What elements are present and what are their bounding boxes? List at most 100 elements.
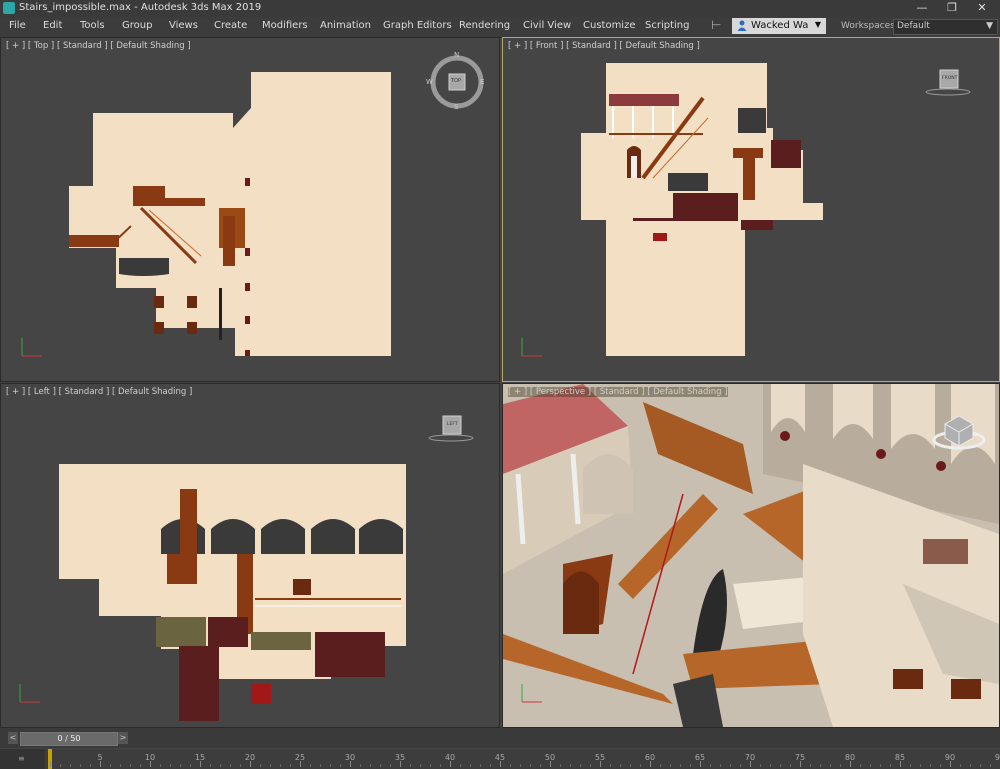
ruler-tick	[370, 764, 371, 767]
ruler-tick	[630, 764, 631, 767]
ruler-tick	[200, 761, 201, 767]
ruler-tick	[800, 761, 801, 767]
menu-scripting[interactable]: Scripting	[645, 20, 689, 31]
compass-east: E	[480, 78, 485, 86]
ruler-tick	[580, 764, 581, 767]
close-button[interactable]: ✕	[967, 0, 997, 17]
maximize-button[interactable]: ❐	[937, 0, 967, 17]
menu-customize[interactable]: Customize	[583, 20, 636, 31]
compass-north: N	[454, 51, 460, 59]
ruler-tick	[590, 764, 591, 767]
ruler-tick	[610, 764, 611, 767]
viewport-label-perspective[interactable]: [ + ] [ Perspective ] [ Standard ] [ Def…	[508, 387, 728, 397]
ruler-tick	[450, 761, 451, 767]
ruler-tick	[310, 764, 311, 767]
ruler-tick	[150, 761, 151, 767]
ruler-tick	[440, 764, 441, 767]
ruler-tick	[980, 764, 981, 767]
ruler-tick	[140, 764, 141, 767]
ruler-tick	[620, 764, 621, 767]
menu-rendering[interactable]: Rendering	[459, 20, 510, 31]
ruler-tick	[770, 764, 771, 767]
ruler-tick	[790, 764, 791, 767]
menu-file[interactable]: File	[9, 20, 26, 31]
ruler-tick	[410, 764, 411, 767]
menu-modifiers[interactable]: Modifiers	[262, 20, 308, 31]
menu-edit[interactable]: Edit	[43, 20, 62, 31]
menu-create[interactable]: Create	[214, 20, 247, 31]
time-slider[interactable]: 0 / 50	[20, 732, 118, 746]
ruler-tick	[780, 764, 781, 767]
ruler-tick	[90, 764, 91, 767]
workspaces-select[interactable]: Default ▼	[893, 19, 998, 35]
ruler-tick	[250, 761, 251, 767]
ruler-tick	[540, 764, 541, 767]
axis-tripod-icon	[21, 338, 42, 357]
ruler-tick	[730, 764, 731, 767]
ruler-tick	[760, 764, 761, 767]
ruler-tick	[510, 764, 511, 767]
ruler-tick	[870, 764, 871, 767]
ruler-tick	[350, 761, 351, 767]
time-slider-bar: < 0 / 50 >	[0, 728, 1000, 748]
viewcube-top[interactable]: TOP N S W E	[426, 51, 486, 111]
user-icon	[737, 20, 747, 31]
viewport-front[interactable]: [ + ] [ Front ] [ Standard ] [ Default S…	[502, 37, 1000, 382]
viewport-left[interactable]: [ + ] [ Left ] [ Standard ] [ Default Sh…	[0, 383, 500, 728]
viewcube-perspective[interactable]	[931, 412, 987, 452]
ruler-tick	[850, 761, 851, 767]
left-view-scene	[59, 464, 406, 721]
ruler-tick	[60, 764, 61, 767]
viewcube-front[interactable]: FRONT	[923, 68, 973, 98]
ruler-tick	[530, 764, 531, 767]
track-bar-start-icon: ≡	[18, 754, 25, 763]
ruler-tick	[400, 761, 401, 767]
ruler-tick	[50, 761, 51, 767]
track-bar-ruler[interactable]: ≡ 5101520253035404550556065707580859095	[0, 749, 1000, 769]
ruler-tick	[260, 764, 261, 767]
menu-views[interactable]: Views	[169, 20, 198, 31]
ruler-tick	[290, 764, 291, 767]
ruler-tick	[550, 761, 551, 767]
viewport-perspective[interactable]: [ + ] [ Perspective ] [ Standard ] [ Def…	[502, 383, 1000, 728]
time-prev-button[interactable]: <	[8, 732, 18, 744]
menu-group[interactable]: Group	[122, 20, 152, 31]
viewcube-left[interactable]: LEFT	[426, 414, 476, 444]
menu-animation[interactable]: Animation	[320, 20, 371, 31]
ruler-tick	[910, 764, 911, 767]
ruler-tick	[690, 764, 691, 767]
compass-west: W	[426, 78, 433, 86]
ruler-tick	[360, 764, 361, 767]
ruler-tick	[320, 764, 321, 767]
ruler-tick	[190, 764, 191, 767]
ruler-tick	[560, 764, 561, 767]
ruler-tick	[970, 764, 971, 767]
track-bar-start: ≡	[0, 749, 45, 769]
ruler-tick	[600, 761, 601, 767]
menu-graph-editors[interactable]: Graph Editors	[383, 20, 452, 31]
ruler-tick	[940, 764, 941, 767]
ruler-tick	[680, 764, 681, 767]
menu-tools[interactable]: Tools	[80, 20, 105, 31]
ruler-tick	[490, 764, 491, 767]
axis-tripod-icon	[521, 338, 542, 357]
pin-icon[interactable]: ⊢	[711, 18, 721, 32]
time-next-button[interactable]: >	[118, 732, 128, 744]
user-account-dropdown[interactable]: Wacked Wa ▼	[732, 18, 826, 34]
ruler-tick	[470, 764, 471, 767]
minimize-button[interactable]: —	[907, 0, 937, 17]
axis-tripod-icon	[19, 684, 40, 703]
viewcube-face-label: FRONT	[942, 76, 958, 81]
ruler-tick	[240, 764, 241, 767]
ruler-tick	[640, 764, 641, 767]
ruler-tick	[430, 764, 431, 767]
ruler-tick	[860, 764, 861, 767]
ruler-tick	[390, 764, 391, 767]
ruler-tick	[460, 764, 461, 767]
workspaces-value: Default	[897, 21, 930, 31]
viewport-top[interactable]: [ + ] [ Top ] [ Standard ] [ Default Sha…	[0, 37, 500, 382]
menu-civil-view[interactable]: Civil View	[523, 20, 571, 31]
ruler-tick	[660, 764, 661, 767]
ruler-tick	[130, 764, 131, 767]
ruler-tick	[570, 764, 571, 767]
